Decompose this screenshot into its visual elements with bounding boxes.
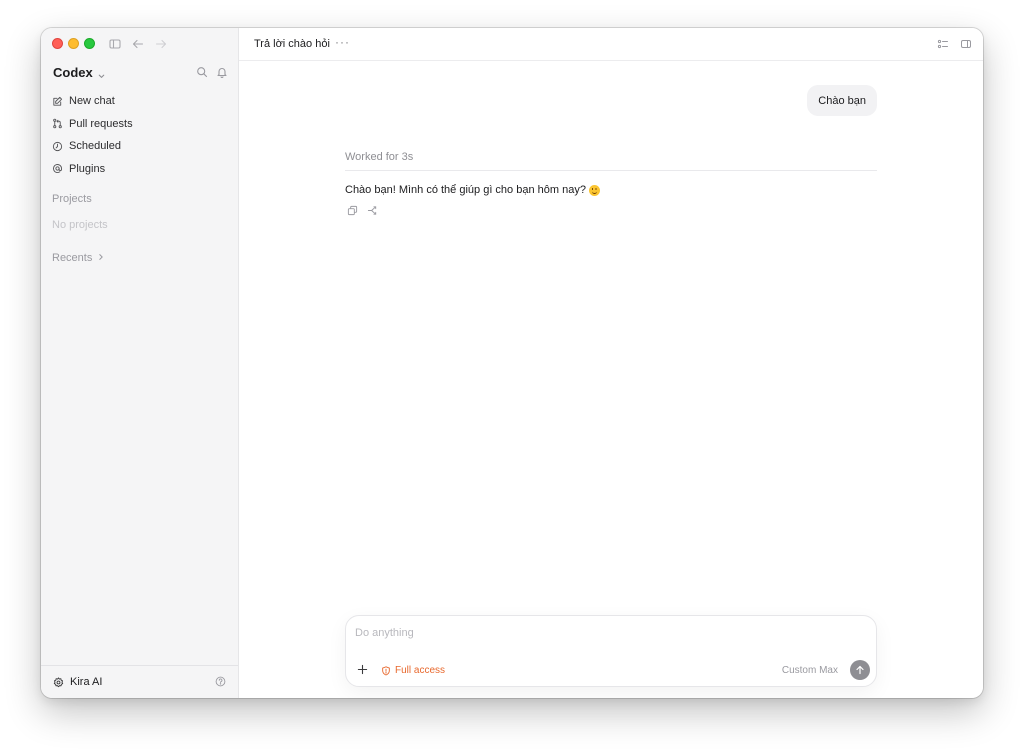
- app-window: Codex New chat Pull requests Scheduled P…: [41, 28, 983, 698]
- arrow-up-icon: [856, 665, 864, 675]
- bell-icon[interactable]: [216, 66, 228, 78]
- message-actions: [347, 205, 378, 216]
- window-controls: [52, 38, 95, 49]
- sidebar-toggle-icon[interactable]: [108, 37, 122, 51]
- recents-toggle[interactable]: Recents: [52, 252, 105, 264]
- sidebar-item-label: New chat: [69, 95, 115, 108]
- divider: [345, 170, 877, 171]
- branch-icon[interactable]: [367, 205, 378, 216]
- access-level-button[interactable]: Full access: [381, 665, 445, 676]
- thread-header: Trả lời chào hỏi ···: [239, 28, 983, 61]
- more-options-button[interactable]: ···: [335, 35, 350, 49]
- recents-heading: Recents: [52, 252, 93, 264]
- minimize-window-button[interactable]: [68, 38, 79, 49]
- help-icon[interactable]: [215, 676, 226, 687]
- forward-arrow-icon[interactable]: [154, 37, 168, 51]
- sidebar: Codex New chat Pull requests Scheduled P…: [41, 28, 239, 698]
- clock-icon: [52, 141, 63, 152]
- sidebar-item-label: Plugins: [69, 162, 106, 175]
- copy-icon[interactable]: [347, 205, 358, 216]
- brand-name: Codex: [53, 65, 93, 80]
- back-arrow-icon[interactable]: [131, 37, 145, 51]
- user-name: Kira AI: [70, 676, 103, 688]
- search-icon[interactable]: [196, 66, 208, 78]
- send-button[interactable]: [850, 660, 870, 680]
- model-selector[interactable]: Custom Max: [782, 665, 838, 676]
- panel-toggle-icon[interactable]: [960, 38, 972, 50]
- sidebar-item-scheduled[interactable]: Scheduled: [52, 135, 133, 158]
- smiling-face-emoji-icon: [588, 184, 600, 196]
- sidebar-footer: Kira AI: [41, 665, 238, 698]
- shield-alert-icon: [381, 665, 391, 676]
- edit-icon: [52, 96, 63, 107]
- task-list-icon[interactable]: [937, 38, 949, 50]
- sidebar-nav: New chat Pull requests Scheduled Plugins: [52, 90, 133, 180]
- chevron-down-icon: [97, 68, 106, 78]
- sidebar-item-new-chat[interactable]: New chat: [52, 90, 133, 113]
- sidebar-item-label: Pull requests: [69, 117, 133, 130]
- worked-for-status[interactable]: Worked for 3s: [345, 151, 413, 163]
- thread-title: Trả lời chào hỏi: [254, 38, 330, 50]
- at-sign-icon: [52, 163, 63, 174]
- projects-heading: Projects: [52, 193, 92, 205]
- pull-request-icon: [52, 118, 63, 129]
- account-settings-button[interactable]: Kira AI: [53, 676, 102, 688]
- sidebar-item-label: Scheduled: [69, 140, 121, 153]
- main-panel: Trả lời chào hỏi ··· Chào bạn Worked for…: [239, 28, 983, 698]
- message-composer: Full access Custom Max: [345, 615, 877, 687]
- gear-icon: [53, 676, 64, 688]
- zoom-window-button[interactable]: [84, 38, 95, 49]
- no-projects-text: No projects: [52, 219, 108, 231]
- chevron-right-icon: [97, 252, 105, 264]
- sidebar-item-pull-requests[interactable]: Pull requests: [52, 113, 133, 136]
- user-message-bubble: Chào bạn: [807, 85, 877, 116]
- assistant-message-text: Chào bạn! Mình có thể giúp gì cho bạn hô…: [345, 184, 586, 196]
- close-window-button[interactable]: [52, 38, 63, 49]
- message-input[interactable]: [355, 627, 775, 639]
- access-level-label: Full access: [395, 665, 446, 676]
- workspace-switcher[interactable]: Codex: [53, 65, 106, 80]
- assistant-message: Chào bạn! Mình có thể giúp gì cho bạn hô…: [345, 184, 600, 196]
- add-attachment-button[interactable]: [357, 664, 368, 675]
- sidebar-item-plugins[interactable]: Plugins: [52, 158, 133, 181]
